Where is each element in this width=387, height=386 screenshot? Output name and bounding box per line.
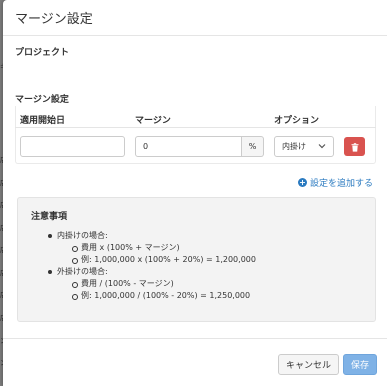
- outer-margin-example: 例: 1,000,000 / (100% - 20%) = 1,250,000: [31, 290, 362, 302]
- notes-list: 内掛けの場合: 費用 x (100% + マージン) 例: 1,000,000 …: [31, 230, 362, 302]
- modal-title: マージン設定: [15, 12, 93, 27]
- inner-margin-formula: 費用 x (100% + マージン): [31, 242, 362, 254]
- inner-margin-example: 例: 1,000,000 x (100% + 20%) = 1,200,000: [31, 254, 362, 266]
- margin-settings-modal: マージン設定 プロジェクト マージン設定 適用開始日 マージン オプション 0 …: [3, 0, 387, 386]
- margin-input[interactable]: 0: [135, 136, 242, 157]
- project-label: プロジェクト: [15, 48, 70, 58]
- table-header-divider: [15, 127, 376, 128]
- column-header-margin: マージン: [135, 116, 171, 126]
- modal-footer-divider: [3, 338, 387, 339]
- add-setting-link[interactable]: + 設定を追加する: [297, 176, 373, 189]
- outer-margin-label: 外掛けの場合:: [31, 266, 362, 278]
- inner-margin-label: 内掛けの場合:: [31, 230, 362, 242]
- save-button[interactable]: 保存: [343, 354, 377, 375]
- column-header-start-date: 適用開始日: [20, 116, 66, 126]
- plus-circle-icon: +: [297, 178, 307, 187]
- notes-panel: 注意事項 内掛けの場合: 費用 x (100% + マージン) 例: 1,000…: [17, 197, 376, 322]
- margin-settings-label: マージン設定: [15, 95, 69, 105]
- column-header-option: オプション: [274, 116, 320, 126]
- delete-row-button[interactable]: [344, 137, 365, 156]
- add-setting-label: 設定を追加する: [309, 179, 373, 189]
- modal-header: マージン設定: [3, 0, 387, 36]
- option-select-value: 内掛け: [282, 142, 306, 151]
- start-date-input[interactable]: [20, 136, 125, 157]
- option-select[interactable]: 内掛け: [274, 136, 334, 157]
- trash-icon: [351, 137, 359, 156]
- percent-addon: %: [242, 136, 264, 157]
- chevron-down-icon: [318, 142, 326, 151]
- cancel-button[interactable]: キャンセル: [278, 354, 339, 375]
- notes-title: 注意事項: [31, 212, 68, 222]
- outer-margin-formula: 費用 / (100% - マージン): [31, 278, 362, 290]
